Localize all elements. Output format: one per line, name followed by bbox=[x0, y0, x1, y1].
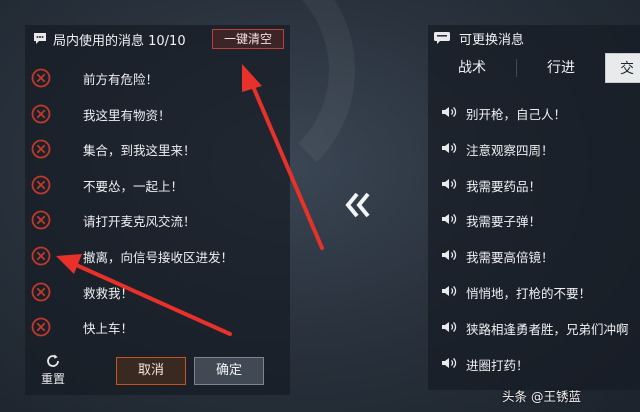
annotation-arrow-clear bbox=[250, 82, 324, 250]
annotation-arrows bbox=[56, 64, 324, 336]
annotation-arrowhead-clear bbox=[242, 64, 262, 92]
watermark: 头条 @王锈蓝 bbox=[502, 389, 581, 404]
annotation-arrow-remove bbox=[72, 262, 232, 336]
